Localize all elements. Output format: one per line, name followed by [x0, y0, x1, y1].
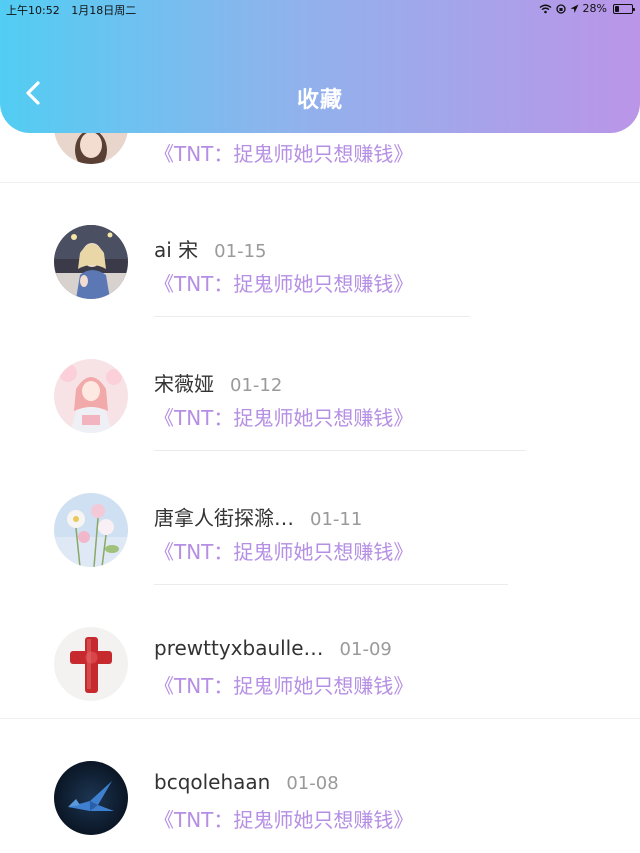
divider	[154, 584, 508, 585]
battery-icon	[613, 3, 635, 14]
status-bar: 上午10:52 1月18日周二 28%	[0, 0, 640, 18]
divider	[154, 450, 526, 451]
name-line: prewttyxbaulle… 01-09	[154, 636, 392, 660]
divider	[0, 718, 640, 719]
list-item[interactable]: prewttyxbaulle… 01-09 《TNT：捉鬼师她只想赚钱》	[0, 598, 640, 732]
nav-bar: 收藏	[0, 70, 640, 122]
status-date: 1月18日周二	[71, 4, 137, 17]
user-name[interactable]: 宋薇娅	[154, 368, 214, 397]
book-title[interactable]: 《TNT：捉鬼师她只想赚钱》	[154, 536, 413, 565]
user-name[interactable]: prewttyxbaulle…	[154, 636, 324, 660]
name-line: ai 宋 01-15	[154, 234, 266, 263]
name-line: 唐拿人街探滁… 01-11	[154, 502, 362, 531]
book-title[interactable]: 《TNT：捉鬼师她只想赚钱》	[154, 268, 413, 297]
app-header: 上午10:52 1月18日周二 28% 收藏	[0, 0, 640, 133]
wifi-icon	[539, 4, 551, 13]
page-title: 收藏	[296, 88, 343, 113]
favorites-page: 《TNT：捉鬼师她只想赚钱》 ai 宋 01-15 《TNT：捉鬼师她只想赚钱》…	[0, 0, 640, 853]
favorite-date: 01-11	[310, 509, 363, 530]
pink-anime-icon	[54, 359, 128, 433]
list-item[interactable]: 唐拿人街探滁… 01-11 《TNT：捉鬼师她只想赚钱》	[0, 464, 640, 598]
divider	[0, 182, 640, 183]
battery-level	[615, 5, 619, 12]
favorite-date: 01-08	[286, 773, 339, 794]
user-name[interactable]: 唐拿人街探滁…	[154, 502, 294, 531]
flowers-icon	[54, 493, 128, 567]
location-arrow-icon	[570, 4, 579, 13]
favorite-date: 01-09	[339, 639, 392, 660]
paper-crane-icon	[54, 761, 128, 835]
status-right: 28%	[539, 2, 635, 15]
girl-photo-icon	[54, 225, 128, 299]
status-left: 上午10:52 1月18日周二	[6, 2, 136, 18]
name-line: bcqolehaan 01-08	[154, 770, 339, 794]
book-title[interactable]: 《TNT：捉鬼师她只想赚钱》	[154, 804, 413, 833]
list-item[interactable]: ai 宋 01-15 《TNT：捉鬼师她只想赚钱》	[0, 196, 640, 330]
user-name[interactable]: ai 宋	[154, 234, 198, 263]
book-title[interactable]: 《TNT：捉鬼师她只想赚钱》	[154, 138, 413, 167]
book-title[interactable]: 《TNT：捉鬼师她只想赚钱》	[154, 670, 413, 699]
user-name[interactable]: bcqolehaan	[154, 770, 270, 794]
list-item[interactable]: bcqolehaan 01-08 《TNT：捉鬼师她只想赚钱》	[0, 732, 640, 853]
avatar[interactable]	[54, 493, 128, 567]
favorite-date: 01-15	[214, 241, 267, 262]
avatar[interactable]	[54, 225, 128, 299]
favorite-date: 01-12	[230, 375, 283, 396]
status-time: 上午10:52	[6, 4, 60, 17]
avatar[interactable]	[54, 359, 128, 433]
avatar[interactable]	[54, 627, 128, 701]
list-item[interactable]: 宋薇娅 01-12 《TNT：捉鬼师她只想赚钱》	[0, 330, 640, 464]
book-title[interactable]: 《TNT：捉鬼师她只想赚钱》	[154, 402, 413, 431]
name-line: 宋薇娅 01-12	[154, 368, 282, 397]
battery-percent: 28%	[582, 2, 607, 15]
lock-rotation-icon	[555, 3, 566, 14]
avatar[interactable]	[54, 761, 128, 835]
red-cross-icon	[54, 627, 128, 701]
divider	[154, 316, 470, 317]
